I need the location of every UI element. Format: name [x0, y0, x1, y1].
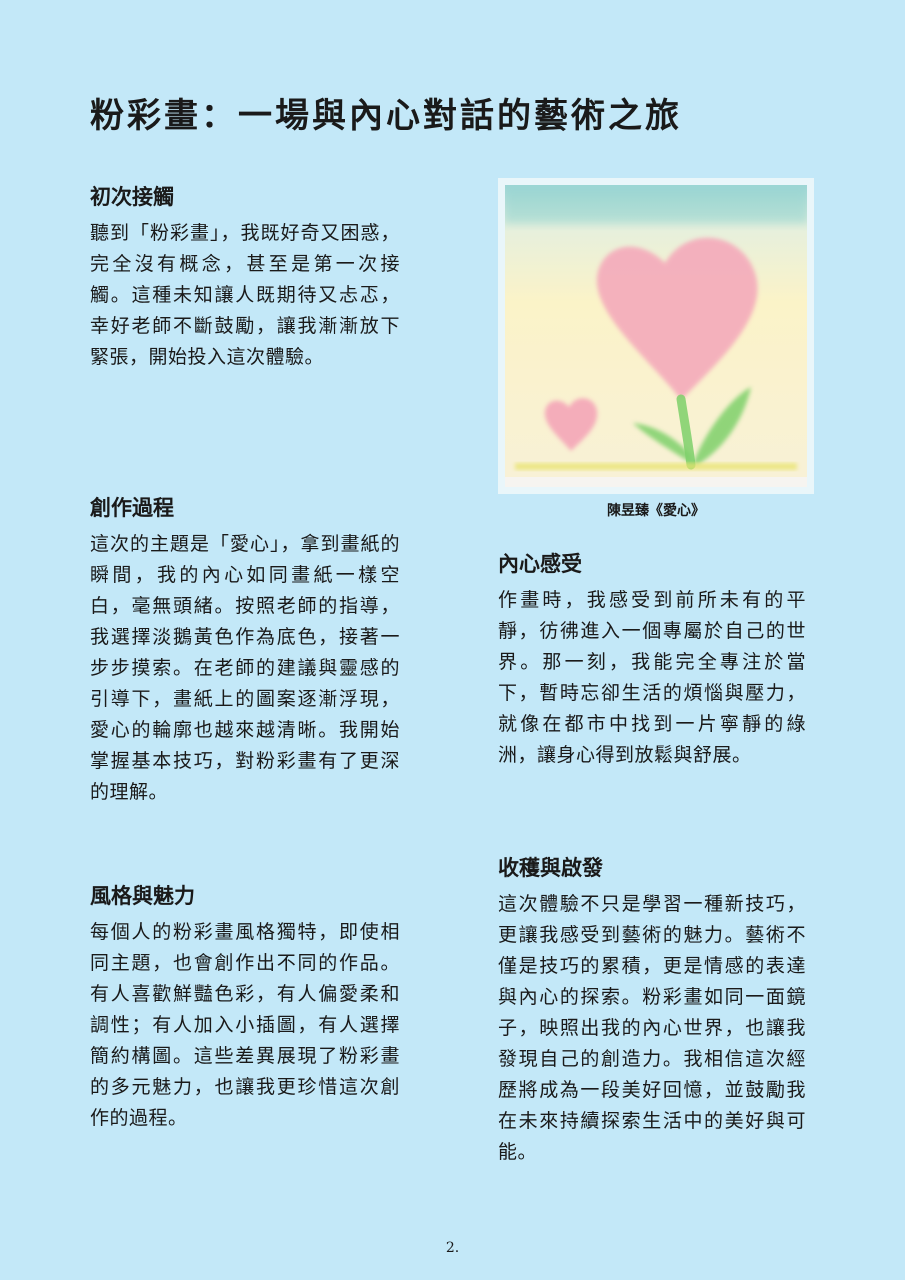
- section-first-contact: 初次接觸 聽到「粉彩畫」，我既好奇又困惑，完全沒有概念，甚至是第一次接觸。這種未…: [90, 182, 400, 373]
- section-body: 每個人的粉彩畫風格獨特，即使相同主題，也會創作出不同的作品。有人喜歡鮮豔色彩，有…: [90, 921, 400, 1129]
- page-number: 2.: [445, 1240, 460, 1256]
- section-creation-process: 創作過程 這次的主題是「愛心」，拿到畫紙的瞬間，我的內心如同畫紙一樣空白，毫無頭…: [90, 493, 400, 808]
- section-body: 這次的主題是「愛心」，拿到畫紙的瞬間，我的內心如同畫紙一樣空白，毫無頭緒。按照老…: [90, 533, 400, 803]
- pastel-heart-artwork: [505, 185, 807, 487]
- section-style-charm: 風格與魅力 每個人的粉彩畫風格獨特，即使相同主題，也會創作出不同的作品。有人喜歡…: [90, 881, 400, 1134]
- section-inner-feeling: 內心感受 作畫時，我感受到前所未有的平靜，彷彿進入一個專屬於自己的世界。那一刻，…: [498, 549, 806, 771]
- section-heading: 風格與魅力: [90, 884, 195, 908]
- section-heading: 創作過程: [90, 496, 174, 520]
- section-heading: 收穫與啟發: [498, 856, 603, 880]
- artwork-caption: 陳昱臻《愛心》: [607, 503, 705, 519]
- section-harvest-inspiration: 收穫與啟發 這次體驗不只是學習一種新技巧，更讓我感受到藝術的魅力。藝術不僅是技巧…: [498, 853, 806, 1168]
- yellow-ground-line: [515, 463, 797, 470]
- artwork-image: [498, 178, 814, 494]
- section-heading: 內心感受: [498, 552, 582, 576]
- page-title: 粉彩畫：一場與內心對話的藝術之旅: [90, 96, 682, 136]
- section-heading: 初次接觸: [90, 185, 174, 209]
- section-body: 這次體驗不只是學習一種新技巧，更讓我感受到藝術的魅力。藝術不僅是技巧的累積，更是…: [498, 893, 806, 1163]
- section-body: 作畫時，我感受到前所未有的平靜，彷彿進入一個專屬於自己的世界。那一刻，我能完全專…: [498, 589, 806, 766]
- section-body: 聽到「粉彩畫」，我既好奇又困惑，完全沒有概念，甚至是第一次接觸。這種未知讓人既期…: [90, 222, 400, 368]
